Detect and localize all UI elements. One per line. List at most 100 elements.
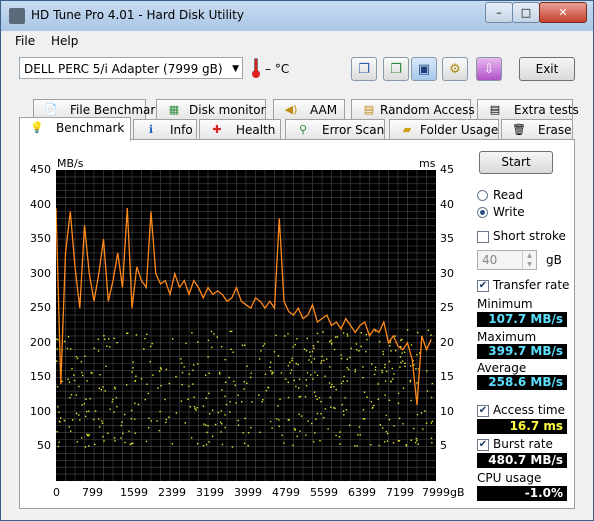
access-time-point	[426, 370, 428, 372]
access-time-point	[246, 382, 248, 384]
save-button[interactable]: ▣	[411, 57, 437, 81]
tab-error-scan[interactable]: ⚲ Error Scan	[285, 119, 385, 139]
x-tick-label: 6399	[348, 486, 376, 499]
access-time-point	[342, 380, 344, 382]
access-time-point	[102, 436, 104, 438]
tab-health[interactable]: ✚ Health	[199, 119, 281, 139]
tab-benchmark[interactable]: 💡 Benchmark	[19, 117, 131, 141]
start-button[interactable]: Start	[479, 151, 553, 174]
copy-text-button[interactable]: ❐	[351, 57, 377, 81]
access-time-point	[397, 402, 400, 404]
access-time-point	[416, 382, 418, 384]
access-time-point	[287, 333, 289, 335]
access-time-point	[150, 420, 152, 422]
tab-random-access[interactable]: ▤ Random Access	[351, 99, 475, 119]
read-radio[interactable]	[477, 190, 488, 201]
spin-arrows-icon[interactable]: ▲ ▼	[522, 251, 536, 269]
x-tick-label: 799	[82, 486, 103, 499]
short-stroke-stepper[interactable]: 40 ▲ ▼	[477, 250, 537, 270]
access-time-point	[221, 423, 223, 425]
access-time-point	[86, 380, 88, 382]
access-time-point	[63, 340, 66, 343]
tab-folder-usage[interactable]: ▰ Folder Usage	[389, 119, 499, 139]
access-time-point	[284, 335, 286, 337]
access-time-point	[213, 333, 215, 335]
access-time-point	[224, 395, 226, 397]
access-time-point	[87, 435, 90, 437]
access-time-point	[60, 417, 62, 419]
extra-tests-icon: ▤	[489, 103, 501, 116]
access-time-point	[207, 356, 209, 358]
access-time-point	[175, 412, 178, 414]
access-time-point	[75, 412, 78, 415]
access-time-point	[116, 342, 118, 344]
access-time-point	[216, 336, 218, 338]
access-time-point	[93, 418, 95, 421]
options-button[interactable]: ⚙	[442, 57, 468, 81]
drive-select[interactable]: DELL PERC 5/i Adapter (7999 gB) ▼	[19, 57, 243, 79]
access-time-point	[269, 420, 272, 423]
tab-aam[interactable]: ◀) AAM	[273, 99, 345, 119]
maximize-button[interactable]: □	[512, 2, 540, 23]
x-tick-label: 3199	[196, 486, 224, 499]
minimize-button[interactable]: –	[485, 2, 513, 23]
access-time-point	[269, 366, 271, 368]
tab-extra-tests[interactable]: ▤ Extra tests	[477, 99, 579, 119]
access-time-point	[59, 421, 61, 423]
access-time-point	[346, 358, 348, 360]
close-button[interactable]: ✕	[539, 2, 587, 23]
access-time-point	[277, 405, 279, 407]
access-time-point	[203, 423, 205, 425]
access-time-point	[346, 380, 348, 382]
copy-screenshot-button[interactable]: ❐	[383, 57, 409, 81]
short-stroke-checkbox[interactable]	[477, 231, 489, 243]
tab-info[interactable]: ℹ Info	[133, 119, 197, 139]
y-right-tick-label: 25	[440, 301, 454, 315]
exit-button[interactable]: Exit	[519, 57, 575, 81]
menu-help[interactable]: Help	[51, 34, 78, 48]
access-time-point	[315, 395, 317, 397]
access-time-point	[81, 437, 83, 439]
access-time-point	[190, 437, 193, 439]
write-radio[interactable]	[477, 207, 488, 218]
access-time-point	[383, 441, 386, 443]
access-time-checkbox[interactable]: ✔	[477, 405, 489, 417]
access-time-point	[392, 442, 395, 444]
access-time-point	[303, 348, 306, 350]
access-time-point	[328, 382, 331, 384]
access-time-point	[83, 403, 85, 405]
access-time-point	[146, 333, 148, 335]
cpu-usage-label: CPU usage	[477, 471, 542, 485]
access-time-point	[384, 394, 386, 396]
tab-erase[interactable]: 🗑 Erase	[501, 119, 573, 139]
tab-disk-monitor[interactable]: ▦ Disk monitor	[156, 99, 266, 119]
access-time-point	[425, 422, 428, 424]
x-tick-label: 0	[53, 486, 60, 499]
access-time-point	[78, 385, 80, 388]
access-time-point	[399, 356, 402, 358]
access-time-point	[430, 396, 433, 399]
burst-rate-checkbox[interactable]: ✔	[477, 439, 489, 451]
access-time-point	[331, 383, 333, 386]
access-time-point	[247, 432, 250, 434]
access-time-point	[343, 414, 345, 416]
access-time-point	[410, 399, 412, 402]
access-time-point	[220, 431, 222, 433]
access-time-point	[128, 430, 130, 433]
tab-file-benchmark[interactable]: 📄 File Benchmark	[33, 99, 162, 119]
access-time-point	[88, 433, 90, 436]
access-time-point	[106, 345, 108, 347]
access-time-point	[358, 426, 361, 428]
health-icon: ✚	[212, 123, 222, 136]
access-time-point	[385, 414, 387, 417]
transfer-rate-checkbox[interactable]: ✔	[477, 280, 489, 292]
access-time-point	[410, 439, 412, 441]
menu-file[interactable]: File	[15, 34, 35, 48]
download-button[interactable]: ⇩	[476, 57, 502, 81]
access-time-point	[108, 338, 110, 340]
access-time-point	[324, 375, 326, 377]
access-time-point	[114, 386, 116, 388]
access-time-point	[342, 410, 345, 412]
access-time-point	[94, 443, 96, 446]
access-time-point	[159, 367, 162, 369]
